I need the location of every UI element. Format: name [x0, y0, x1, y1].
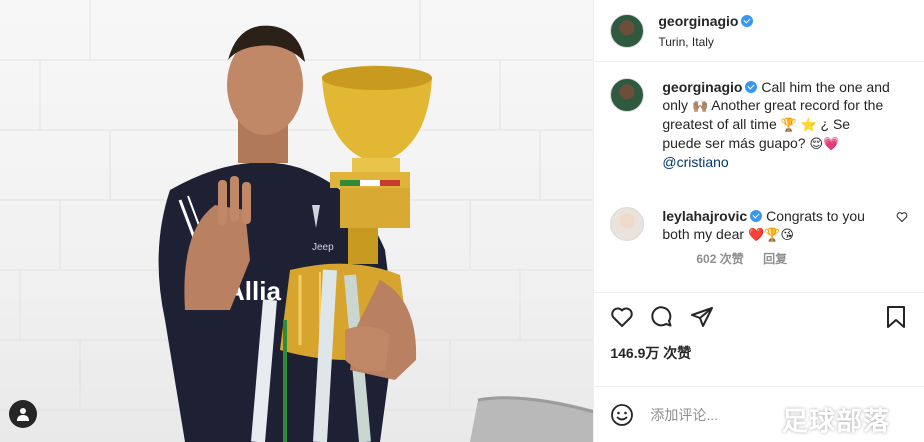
- header-meta: georginagio Turin, Italy: [658, 13, 754, 49]
- caption-text: georginagio Call him the one and only 🙌🏽…: [662, 78, 892, 171]
- post-sidebar: georginagio Turin, Italy georginagio Cal…: [594, 0, 924, 442]
- emoji-icon[interactable]: [610, 403, 634, 427]
- comment-like-count[interactable]: 602 次赞: [696, 252, 743, 266]
- caption-mention[interactable]: @cristiano: [662, 154, 728, 170]
- header-username[interactable]: georginagio: [658, 13, 738, 29]
- svg-text:Jeep: Jeep: [312, 242, 334, 253]
- verified-icon: [741, 14, 754, 27]
- post-header: georginagio Turin, Italy: [594, 0, 924, 62]
- comment-username[interactable]: leylahajrovic: [662, 208, 747, 224]
- caption-emoji-2: 🏆 ⭐: [780, 117, 817, 132]
- list-item: leylahajrovic Congrats to you both my de…: [610, 207, 908, 244]
- watermark: 足球部落: [782, 407, 891, 437]
- avatar[interactable]: [610, 78, 645, 112]
- post-photo[interactable]: Allia Jeep: [0, 0, 595, 442]
- comment-reply-button[interactable]: 回复: [763, 252, 787, 266]
- avatar[interactable]: [610, 13, 645, 48]
- small-heart-icon[interactable]: [896, 211, 908, 223]
- caption-emoji-1: 🙌🏽: [691, 98, 709, 113]
- verified-icon: [750, 210, 763, 222]
- caption-username[interactable]: georginagio: [662, 79, 742, 95]
- caption: georginagio Call him the one and only 🙌🏽…: [610, 78, 908, 171]
- bookmark-icon[interactable]: [884, 305, 908, 329]
- action-icons: [610, 301, 908, 333]
- comments-list: georginagio Call him the one and only 🙌🏽…: [594, 62, 924, 267]
- share-icon[interactable]: [690, 305, 714, 329]
- user-tag-icon: [17, 408, 29, 421]
- comment-icon[interactable]: [650, 305, 674, 329]
- caption-emoji-3: 😌💗: [809, 136, 840, 151]
- tagged-users-button[interactable]: [9, 400, 37, 428]
- heart-icon[interactable]: [610, 305, 634, 329]
- avatar[interactable]: [610, 207, 645, 241]
- comment-emoji: ❤️🏆😘: [747, 227, 794, 242]
- comment-input[interactable]: 添加评论...: [650, 405, 718, 425]
- post-location[interactable]: Turin, Italy: [658, 35, 753, 49]
- post: Allia Jeep georginagio Turin, Italy geor…: [0, 0, 924, 442]
- comment-text: leylahajrovic Congrats to you both my de…: [662, 207, 892, 244]
- comment-actions: 602 次赞 回复: [696, 250, 908, 267]
- photo-illustration: Allia Jeep: [0, 0, 594, 442]
- likes-count[interactable]: 146.9万 次赞: [610, 343, 908, 363]
- verified-icon: [745, 81, 758, 93]
- action-bar: 146.9万 次赞: [594, 292, 924, 363]
